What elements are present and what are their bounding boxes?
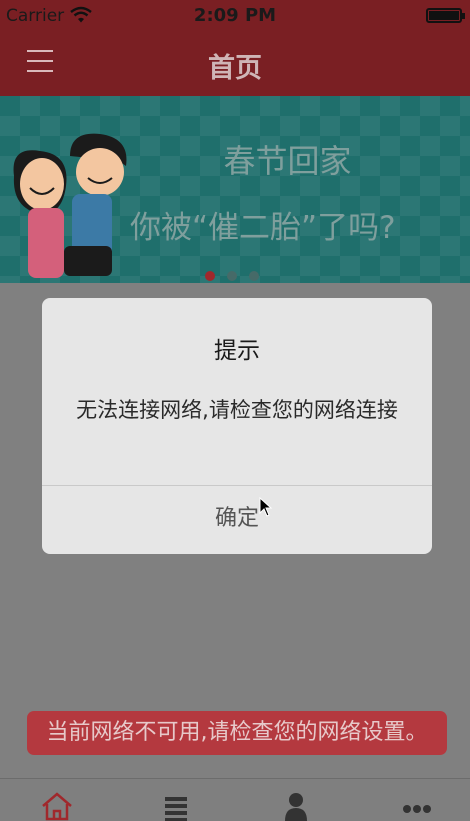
carousel-dot[interactable] [249,271,259,281]
confirm-button[interactable]: 确定 [42,486,432,554]
banner-carousel[interactable]: 春节回家 你被“催二胎”了吗? [0,96,470,283]
couple-illustration [13,133,127,278]
carousel-dot[interactable] [205,271,215,281]
tab-more[interactable] [397,791,437,821]
tab-bar [0,778,470,821]
clock: 2:09 PM [193,5,277,26]
banner-subline: 你被“催二胎”了吗? [130,210,396,246]
tab-home[interactable] [37,791,77,821]
carousel-dot[interactable] [227,271,237,281]
tab-profile[interactable] [276,791,316,821]
network-toast: 当前网络不可用,请检查您的网络设置。 [27,711,447,755]
dialog-message: 无法连接网络,请检查您的网络连接 [76,398,398,422]
more-icon [403,805,431,813]
nav-bar: 首页 [0,32,470,96]
user-icon [285,793,307,821]
mouse-cursor-icon [259,497,273,517]
banner-headline: 春节回家 [223,142,352,180]
home-icon [42,792,72,821]
battery-icon [426,8,465,23]
alert-dialog: 提示 无法连接网络,请检查您的网络连接 确定 [42,298,432,554]
tab-list[interactable] [156,791,196,821]
list-icon [165,797,187,821]
status-bar: Carrier 2:09 PM [0,0,470,32]
page-title: 首页 [208,53,262,84]
carousel-indicator[interactable] [205,266,271,283]
dialog-title: 提示 [214,338,260,364]
